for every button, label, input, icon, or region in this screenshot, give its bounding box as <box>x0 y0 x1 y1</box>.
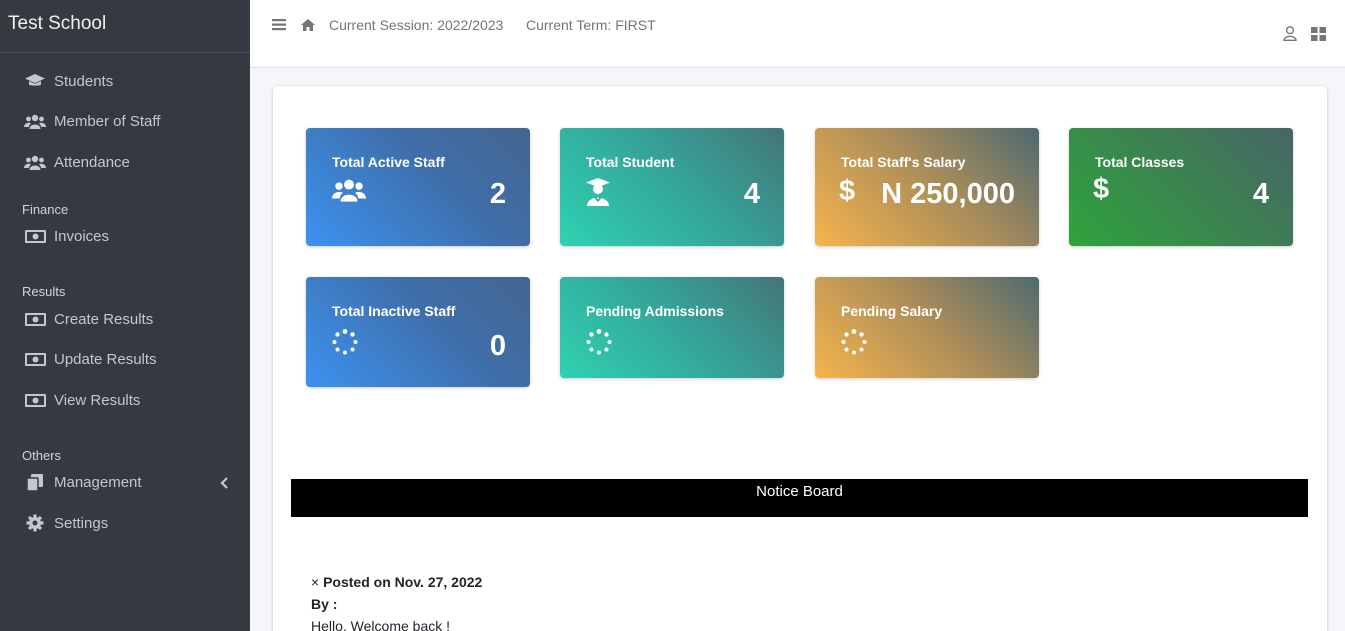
home-icon[interactable] <box>301 18 315 36</box>
hamburger-menu-icon[interactable] <box>272 18 286 36</box>
money-bill-icon <box>24 392 46 408</box>
dollar-icon: $ <box>839 175 856 207</box>
notice-board-header: Notice Board <box>291 479 1308 517</box>
sidebar-header-others: Others <box>22 447 62 463</box>
sidebar-item-management[interactable]: Management <box>0 463 250 504</box>
sidebar-item-label: Create Results <box>54 310 154 328</box>
money-bill-icon <box>24 311 46 327</box>
notice-post: × Posted on Nov. 27, 2022 By : Hello, We… <box>311 571 482 631</box>
tile-title: Total Active Staff <box>332 154 445 170</box>
user-graduate-icon <box>586 178 610 211</box>
users-icon <box>24 154 46 170</box>
spinner-icon <box>332 329 358 360</box>
tile-value: 4 <box>1252 178 1269 210</box>
sidebar-header-results: Results <box>22 284 66 299</box>
sidebar-item-label: Management <box>54 474 142 492</box>
tile-total-staff-salary[interactable]: Total Staff's Salary $ N 250,000 <box>815 128 1039 246</box>
chevron-left-icon[interactable] <box>220 476 228 493</box>
sidebar-nav: Students Member of Staff Attendance Fina… <box>0 53 250 544</box>
current-session: Current Session: 2022/2023 <box>329 17 504 33</box>
sidebar-item-label: View Results <box>54 391 141 409</box>
post-header: × Posted on Nov. 27, 2022 <box>311 571 482 593</box>
sidebar-item-view-results[interactable]: View Results <box>0 380 250 421</box>
tile-total-active-staff[interactable]: Total Active Staff 2 <box>306 128 530 246</box>
users-icon <box>332 178 366 207</box>
tile-value: 4 <box>743 178 760 210</box>
top-navbar: Current Session: 2022/2023 Current Term:… <box>250 0 1345 68</box>
tile-title: Total Classes <box>1095 154 1185 170</box>
sidebar-item-invoices[interactable]: Invoices <box>0 217 250 258</box>
sidebar-item-attendance[interactable]: Attendance <box>0 142 250 183</box>
tile-pending-admissions[interactable]: Pending Admissions <box>560 277 784 378</box>
copy-icon <box>24 474 46 492</box>
tile-total-classes[interactable]: Total Classes $ 4 <box>1069 128 1293 246</box>
sidebar-item-label: Invoices <box>54 228 110 246</box>
post-date: Posted on Nov. 27, 2022 <box>323 574 483 590</box>
sidebar-item-label: Update Results <box>54 351 157 369</box>
tile-value: 2 <box>489 178 506 210</box>
sidebar-item-label: Settings <box>54 514 109 532</box>
close-icon[interactable]: × <box>311 574 319 590</box>
sidebar: Test School Students Member of Staff Att… <box>0 0 250 631</box>
graduation-cap-icon <box>24 73 46 89</box>
tile-title: Pending Salary <box>841 303 943 319</box>
money-bill-icon <box>24 229 46 245</box>
tile-value: 0 <box>489 330 506 362</box>
sidebar-item-label: Member of Staff <box>54 113 161 131</box>
grid-apps-icon[interactable] <box>1311 27 1326 46</box>
spinner-icon <box>586 329 612 360</box>
tile-value: N 250,000 <box>881 178 1015 210</box>
money-bill-icon <box>24 352 46 368</box>
sidebar-item-create-results[interactable]: Create Results <box>0 299 250 340</box>
gear-icon <box>24 514 46 532</box>
post-message: Hello, Welcome back ! <box>311 618 451 631</box>
tile-pending-salary[interactable]: Pending Salary <box>815 277 1039 378</box>
users-icon <box>24 114 46 130</box>
sidebar-item-update-results[interactable]: Update Results <box>0 340 250 381</box>
post-author: By : <box>311 596 338 612</box>
current-term: Current Term: FIRST <box>526 17 656 33</box>
sidebar-header-finance: Finance <box>22 201 69 217</box>
brand-title[interactable]: Test School <box>0 0 250 53</box>
sidebar-item-member-of-staff[interactable]: Member of Staff <box>0 102 250 143</box>
tile-total-student[interactable]: Total Student 4 <box>560 128 784 246</box>
dollar-icon: $ <box>1093 173 1110 205</box>
user-icon[interactable] <box>1283 26 1297 46</box>
tile-title: Total Staff's Salary <box>841 154 966 170</box>
sidebar-item-students[interactable]: Students <box>0 61 250 102</box>
tile-title: Total Student <box>586 154 675 170</box>
sidebar-item-settings[interactable]: Settings <box>0 503 250 544</box>
tile-total-inactive-staff[interactable]: Total Inactive Staff 0 <box>306 277 530 387</box>
tile-title: Pending Admissions <box>586 303 724 319</box>
sidebar-item-label: Students <box>54 72 114 90</box>
spinner-icon <box>841 329 867 360</box>
sidebar-item-label: Attendance <box>54 153 130 171</box>
tile-title: Total Inactive Staff <box>332 303 456 319</box>
